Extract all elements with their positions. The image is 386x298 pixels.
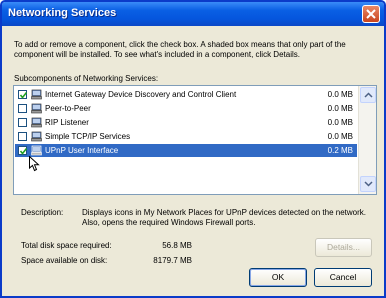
network-component-icon (31, 103, 42, 114)
component-size: 0.0 MB (327, 90, 353, 99)
chevron-down-icon (364, 181, 373, 187)
mouse-pointer-icon (29, 156, 40, 172)
networking-services-dialog: Networking Services To add or remove a c… (0, 0, 386, 298)
network-component-icon (31, 89, 42, 100)
intro-text: To add or remove a component, click the … (14, 40, 346, 59)
component-checkbox[interactable] (18, 146, 28, 155)
description-text: Displays icons in My Network Places for … (82, 208, 366, 227)
close-icon (366, 9, 376, 19)
disk-required-label: Total disk space required: (21, 241, 112, 250)
component-checkbox[interactable] (18, 104, 27, 113)
component-size: 0.2 MB (327, 146, 353, 155)
network-component-icon (31, 117, 42, 128)
component-checkbox[interactable] (18, 132, 27, 141)
list-scrollbar[interactable] (358, 86, 376, 194)
scroll-down-button[interactable] (360, 176, 376, 192)
close-button[interactable] (362, 5, 380, 23)
component-name: Peer-to-Peer (45, 104, 91, 113)
component-name: UPnP User Interface (45, 146, 119, 155)
scroll-up-button[interactable] (360, 87, 376, 103)
network-component-icon (31, 145, 42, 156)
check-icon (19, 92, 28, 99)
component-name: Simple TCP/IP Services (45, 132, 131, 141)
chevron-up-icon (364, 92, 373, 98)
check-icon (19, 148, 28, 155)
details-button[interactable]: Details... (315, 238, 372, 257)
title-bar[interactable]: Networking Services (2, 2, 384, 26)
component-size: 0.0 MB (327, 132, 353, 141)
dialog-title: Networking Services (8, 7, 117, 19)
component-name: RIP Listener (45, 118, 89, 127)
components-label: Subcomponents of Networking Services: (14, 74, 159, 83)
component-size: 0.0 MB (327, 104, 353, 113)
components-list[interactable]: Internet Gateway Device Discovery and Co… (13, 85, 377, 195)
component-checkbox[interactable] (18, 90, 28, 99)
description-label: Description: (21, 208, 64, 217)
component-checkbox[interactable] (18, 118, 27, 127)
cancel-button[interactable]: Cancel (314, 268, 372, 287)
list-item[interactable]: Simple TCP/IP Services 0.0 MB (15, 130, 357, 143)
ok-button[interactable]: OK (249, 268, 307, 287)
list-item-selected[interactable]: UPnP User Interface 0.2 MB (15, 144, 357, 157)
component-name: Internet Gateway Device Discovery and Co… (45, 90, 237, 99)
disk-available-label: Space available on disk: (21, 256, 108, 265)
disk-required-value: 56.8 MB (162, 241, 192, 250)
component-size: 0.0 MB (327, 118, 353, 127)
list-item[interactable]: RIP Listener 0.0 MB (15, 116, 357, 129)
list-item[interactable]: Peer-to-Peer 0.0 MB (15, 102, 357, 115)
disk-available-value: 8179.7 MB (153, 256, 192, 265)
network-component-icon (31, 131, 42, 142)
list-item[interactable]: Internet Gateway Device Discovery and Co… (15, 88, 357, 101)
